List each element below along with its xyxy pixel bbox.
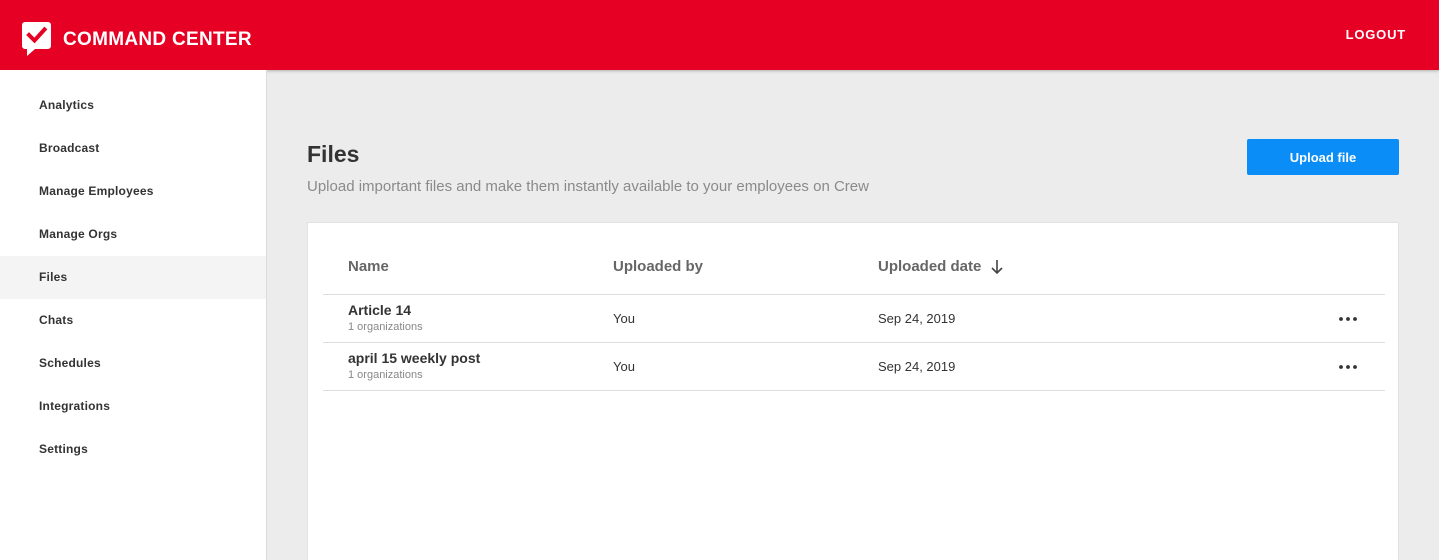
app-title: COMMAND CENTER (63, 28, 252, 50)
more-options-icon[interactable] (1338, 309, 1358, 329)
sidebar-item-files[interactable]: Files (0, 256, 266, 299)
main-content: Files Upload important files and make th… (268, 70, 1439, 560)
column-header-name[interactable]: Name (348, 258, 389, 275)
sidebar-item-schedules[interactable]: Schedules (0, 342, 266, 385)
check-chat-bubble-icon (22, 22, 51, 56)
table-header: Name Uploaded by Uploaded date (323, 245, 1385, 295)
uploaded-date-cell: Sep 24, 2019 (878, 311, 956, 326)
table-row[interactable]: april 15 weekly post 1 organizations You… (323, 343, 1385, 391)
uploaded-by-cell: You (613, 311, 635, 326)
file-name[interactable]: Article 14 (348, 302, 423, 318)
more-options-icon[interactable] (1338, 357, 1358, 377)
column-header-uploaded-by[interactable]: Uploaded by (613, 258, 703, 275)
files-table: Name Uploaded by Uploaded date Article 1… (323, 245, 1385, 391)
uploaded-date-cell: Sep 24, 2019 (878, 359, 956, 374)
logout-button[interactable]: LOGOUT (1346, 27, 1406, 42)
arrow-down-icon[interactable] (990, 259, 1004, 275)
column-header-uploaded-date-label: Uploaded date (878, 258, 982, 275)
sidebar-item-chats[interactable]: Chats (0, 299, 266, 342)
column-header-uploaded-date[interactable]: Uploaded date (878, 258, 1004, 275)
page-subtitle: Upload important files and make them ins… (307, 178, 869, 195)
sidebar-item-broadcast[interactable]: Broadcast (0, 127, 266, 170)
file-name[interactable]: april 15 weekly post (348, 350, 480, 366)
sidebar-item-analytics[interactable]: Analytics (0, 84, 266, 127)
sidebar-item-manage-orgs[interactable]: Manage Orgs (0, 213, 266, 256)
top-bar: COMMAND CENTER LOGOUT (0, 0, 1439, 70)
file-organizations: 1 organizations (348, 369, 423, 381)
file-name-cell: Article 14 1 organizations (348, 302, 423, 333)
sidebar-item-manage-employees[interactable]: Manage Employees (0, 170, 266, 213)
file-organizations: 1 organizations (348, 321, 423, 333)
table-row[interactable]: Article 14 1 organizations You Sep 24, 2… (323, 295, 1385, 343)
file-name-cell: april 15 weekly post 1 organizations (348, 350, 480, 381)
upload-file-button[interactable]: Upload file (1247, 139, 1399, 175)
files-card: Name Uploaded by Uploaded date Article 1… (307, 222, 1399, 560)
page-title: Files (307, 141, 360, 167)
sidebar-item-settings[interactable]: Settings (0, 428, 266, 471)
uploaded-by-cell: You (613, 359, 635, 374)
sidebar-item-integrations[interactable]: Integrations (0, 385, 266, 428)
sidebar: Analytics Broadcast Manage Employees Man… (0, 70, 267, 560)
brand[interactable]: COMMAND CENTER (22, 22, 252, 57)
